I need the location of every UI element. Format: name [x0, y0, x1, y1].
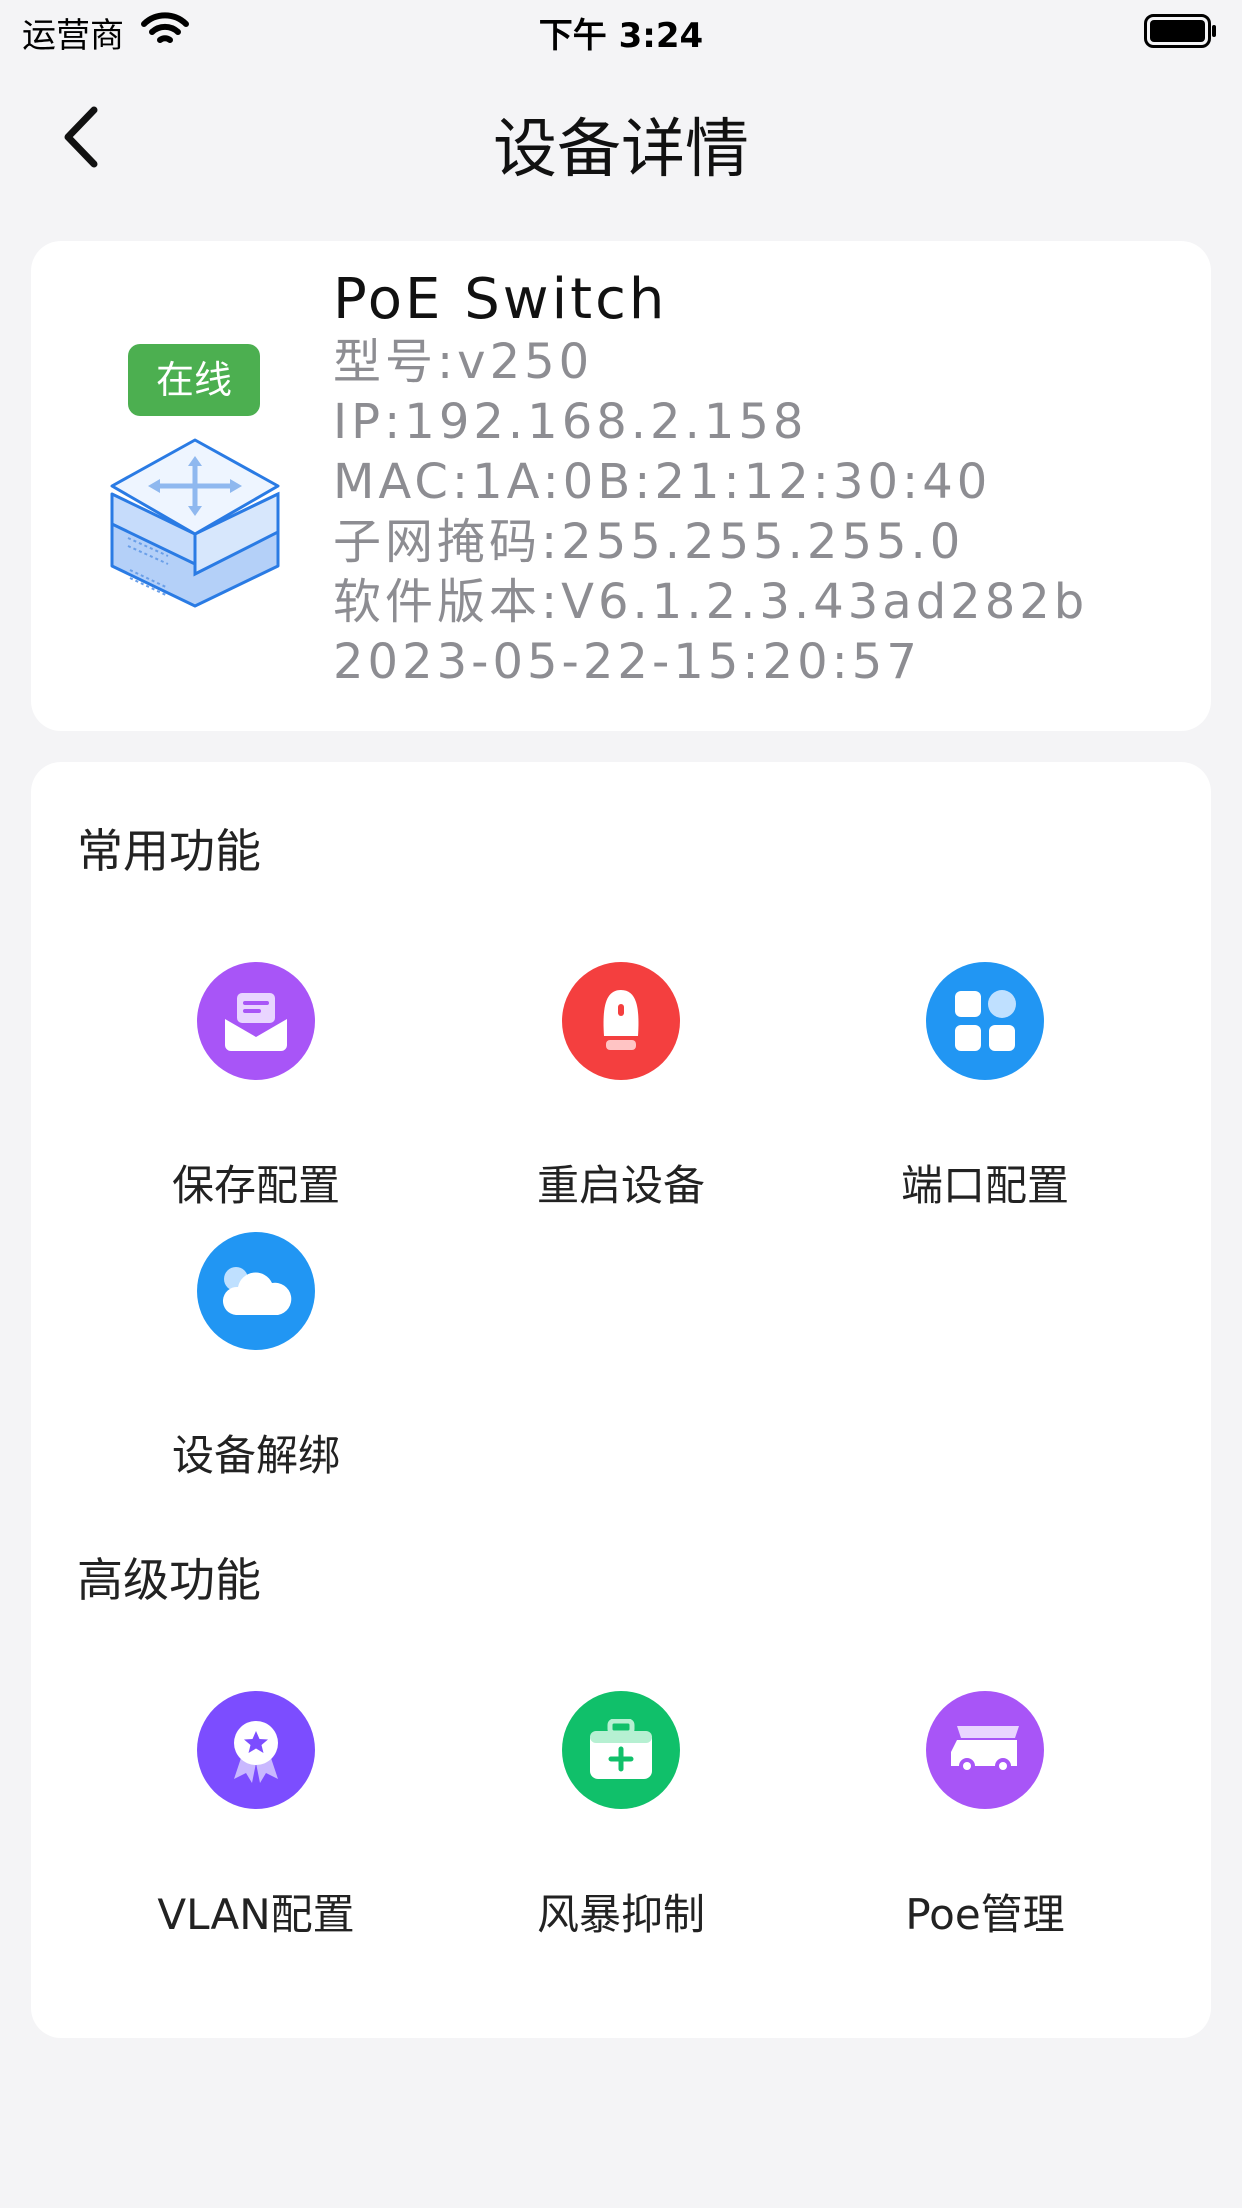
- page-title: 设备详情: [493, 113, 749, 187]
- reboot-icon: [562, 962, 680, 1080]
- status-bar: 运营商 下午 3:24: [0, 0, 1242, 60]
- poe-management-label: Poe管理: [905, 1890, 1065, 1939]
- unbind-device-label: 设备解绑: [171, 1431, 340, 1480]
- unbind-device-button[interactable]: 设备解绑: [74, 1232, 438, 1483]
- poe-icon: [926, 1691, 1044, 1809]
- reboot-device-button[interactable]: 重启设备: [439, 962, 803, 1213]
- port-config-button[interactable]: 端口配置: [803, 962, 1167, 1213]
- save-icon: [197, 962, 315, 1080]
- status-time: 下午 3:24: [538, 16, 704, 56]
- device-name: PoE Switch: [333, 267, 668, 332]
- cloud-icon: [197, 1232, 315, 1350]
- device-info: PoE Switch 型号:v250 IP:192.168.2.158 MAC:…: [333, 268, 1088, 692]
- storm-icon: [562, 1691, 680, 1809]
- port-icon: [926, 962, 1044, 1080]
- device-model: 型号:v250: [333, 334, 594, 390]
- device-ip: IP:192.168.2.158: [333, 394, 808, 450]
- device-subnet-mask: 子网掩码:255.255.255.0: [333, 514, 965, 570]
- common-functions-title: 常用功能: [77, 824, 261, 878]
- poe-management-button[interactable]: Poe管理: [803, 1691, 1167, 1942]
- device-datetime: 2023-05-22-15:20:57: [333, 634, 921, 690]
- status-badge: 在线: [128, 344, 260, 416]
- vlan-config-button[interactable]: VLAN配置: [74, 1691, 438, 1942]
- device-mac: MAC:1A:0B:21:12:30:40: [333, 454, 992, 510]
- storm-control-button[interactable]: 风暴抑制: [439, 1691, 803, 1942]
- save-config-button[interactable]: 保存配置: [74, 962, 438, 1213]
- switch-icon: [108, 438, 282, 612]
- port-config-label: 端口配置: [900, 1161, 1069, 1210]
- vlan-config-label: VLAN配置: [157, 1890, 355, 1939]
- vlan-icon: [197, 1691, 315, 1809]
- storm-control-label: 风暴抑制: [536, 1890, 705, 1939]
- nav-bar: 设备详情: [0, 80, 1242, 190]
- save-config-label: 保存配置: [171, 1161, 340, 1210]
- advanced-functions-title: 高级功能: [77, 1553, 261, 1607]
- device-firmware: 软件版本:V6.1.2.3.43ad282b: [333, 574, 1089, 630]
- battery-icon: [1144, 14, 1218, 52]
- reboot-device-label: 重启设备: [536, 1161, 705, 1210]
